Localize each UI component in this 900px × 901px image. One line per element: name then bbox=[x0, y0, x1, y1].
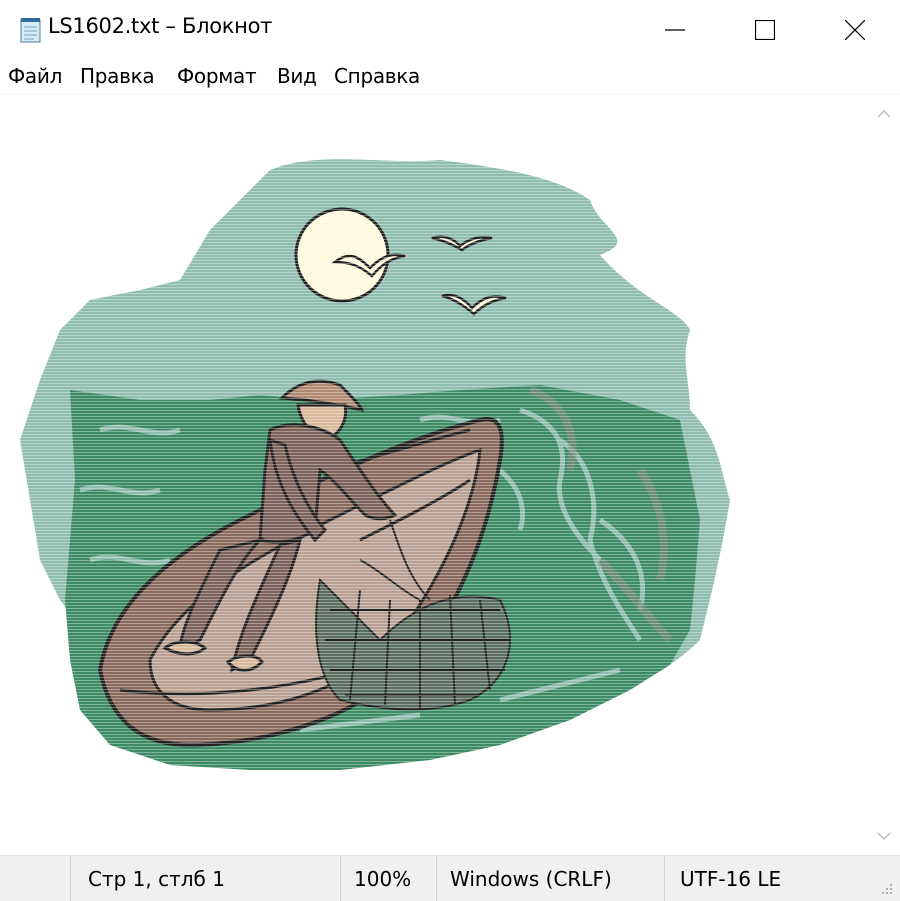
close-button[interactable] bbox=[810, 0, 900, 60]
status-divider bbox=[664, 856, 665, 901]
status-divider bbox=[436, 856, 437, 901]
resize-grip-icon[interactable] bbox=[878, 880, 894, 896]
minimize-button[interactable] bbox=[630, 0, 720, 60]
vertical-scrollbar[interactable] bbox=[868, 95, 900, 855]
status-line-endings: Windows (CRLF) bbox=[450, 866, 612, 891]
menu-help[interactable]: Справка bbox=[334, 64, 420, 88]
text-editor-area[interactable] bbox=[0, 95, 868, 855]
maximize-button[interactable] bbox=[720, 0, 810, 60]
menu-bar: Файл Правка Формат Вид Справка bbox=[0, 60, 900, 95]
status-encoding: UTF-16 LE bbox=[680, 866, 782, 891]
scroll-down-icon[interactable] bbox=[877, 831, 891, 841]
notepad-window: LS1602.txt – Блокнот Файл Правка Формат … bbox=[0, 0, 900, 901]
window-title: LS1602.txt – Блокнот bbox=[48, 14, 273, 38]
maximize-icon bbox=[755, 20, 775, 40]
status-divider bbox=[340, 856, 341, 901]
status-bar: Стр 1, стлб 1 100% Windows (CRLF) UTF-16… bbox=[0, 855, 900, 901]
fisherman-ascii-art bbox=[0, 95, 868, 855]
title-bar[interactable]: LS1602.txt – Блокнот bbox=[0, 0, 900, 60]
close-icon bbox=[845, 20, 865, 40]
status-cursor-position: Стр 1, стлб 1 bbox=[88, 866, 225, 891]
notepad-app-icon[interactable] bbox=[20, 17, 42, 43]
menu-view[interactable]: Вид bbox=[277, 64, 317, 88]
minimize-icon bbox=[665, 29, 685, 31]
status-zoom: 100% bbox=[354, 866, 412, 891]
menu-edit[interactable]: Правка bbox=[80, 64, 155, 88]
menu-file[interactable]: Файл bbox=[8, 64, 62, 88]
status-divider bbox=[70, 856, 71, 901]
scroll-up-icon[interactable] bbox=[877, 109, 891, 119]
menu-format[interactable]: Формат bbox=[177, 64, 257, 88]
